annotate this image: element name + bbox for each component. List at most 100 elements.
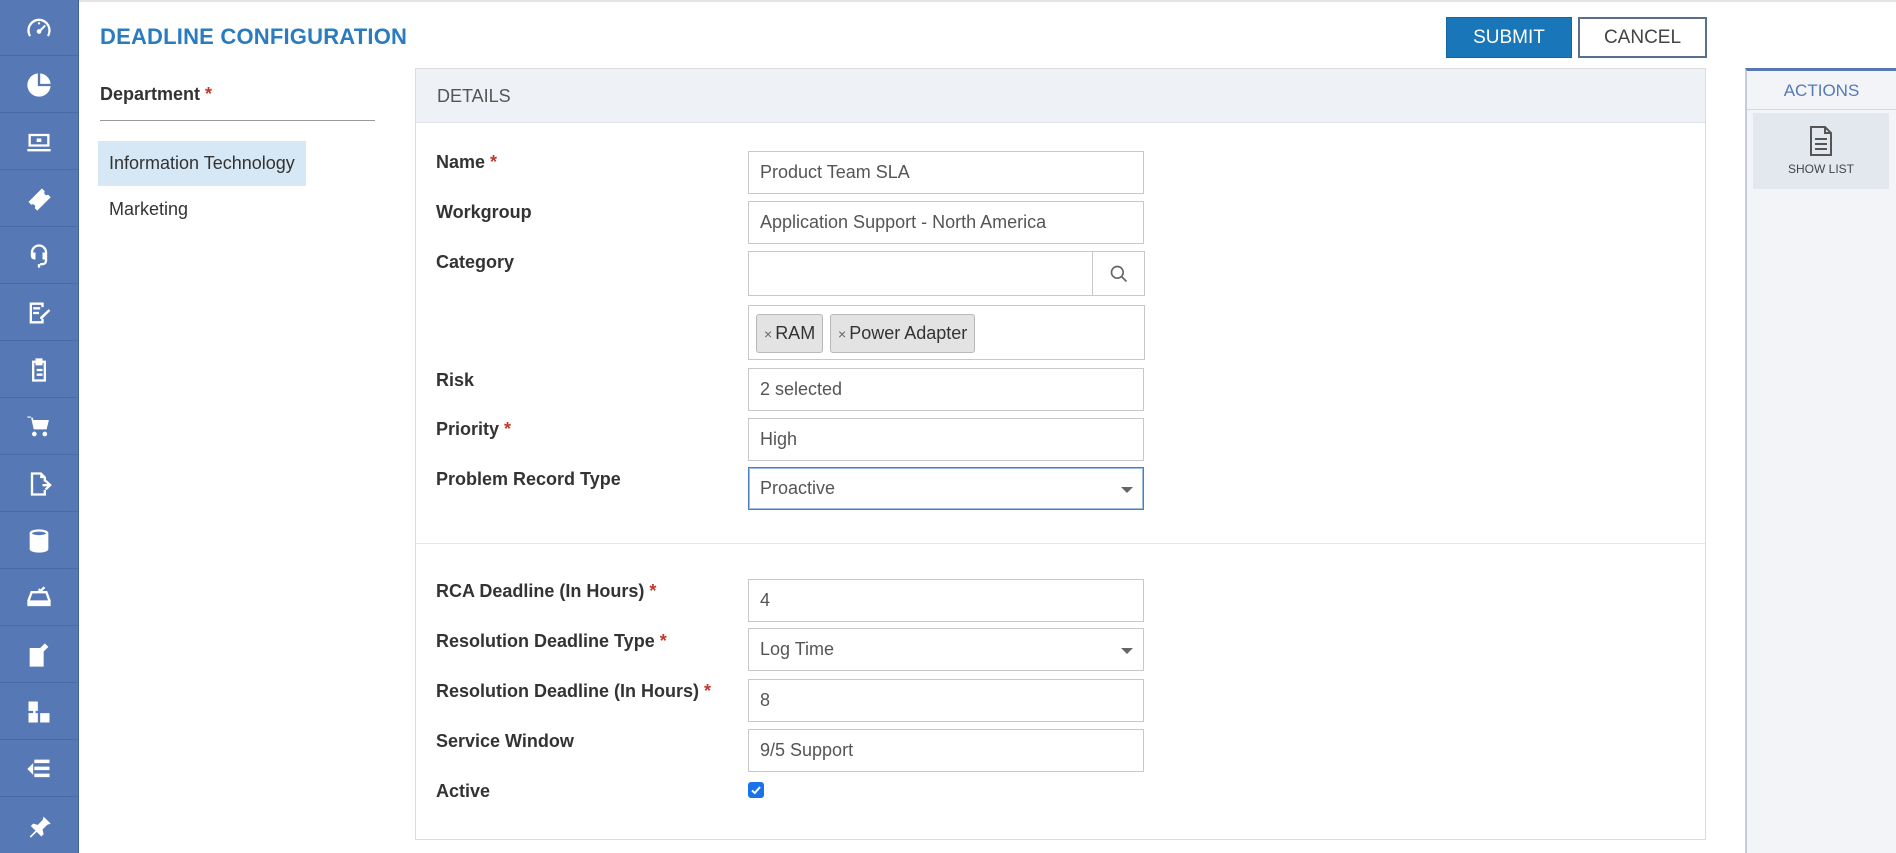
name-field[interactable]: Product Team SLA (748, 151, 1144, 194)
priority-label: Priority * (436, 419, 511, 440)
service-window-value: 9/5 Support (760, 740, 854, 760)
rail-tickets[interactable] (0, 171, 78, 227)
required-mark: * (205, 84, 213, 104)
side-icon-rail (0, 0, 79, 853)
inbox-tray-icon (27, 585, 51, 606)
resolution-deadline-field[interactable]: 8 (748, 679, 1144, 722)
document-list-icon (1810, 126, 1832, 156)
cart-icon (27, 416, 49, 436)
department-item-information-technology[interactable]: Information Technology (98, 141, 306, 186)
department-item-label: Information Technology (109, 153, 295, 173)
active-checkbox[interactable] (748, 782, 764, 798)
rail-monitor[interactable] (0, 114, 78, 170)
show-list-label: SHOW LIST (1787, 162, 1854, 176)
priority-field[interactable]: High (748, 418, 1144, 461)
category-tag-power-adapter: × Power Adapter (830, 314, 976, 353)
required-mark: * (659, 631, 667, 651)
service-window-label: Service Window (436, 731, 574, 751)
monitor-icon (27, 133, 51, 151)
tag-remove-icon[interactable]: × (838, 326, 846, 342)
details-title: DETAILS (437, 86, 511, 106)
actions-title: ACTIONS (1783, 81, 1860, 100)
workgroup-label: Workgroup (436, 202, 532, 222)
ticket-icon (28, 188, 51, 211)
rail-export[interactable] (0, 456, 78, 512)
resolution-deadline-label: Resolution Deadline (In Hours) * (436, 681, 711, 702)
tag-remove-icon[interactable]: × (764, 326, 772, 342)
clipboard-icon (32, 357, 46, 382)
submit-button[interactable]: SUBMIT (1446, 17, 1572, 58)
category-tag-ram: × RAM (756, 314, 824, 353)
resolution-deadline-type-select[interactable]: Log Time (748, 628, 1144, 671)
workgroup-field[interactable]: Application Support - North America (748, 201, 1144, 244)
rca-deadline-field[interactable]: 4 (748, 579, 1144, 622)
department-label-text: Department (100, 84, 201, 104)
risk-label: Risk (436, 370, 475, 390)
page-title: DEADLINE CONFIGURATION (100, 24, 408, 49)
document-export-icon (30, 471, 52, 496)
required-mark: * (704, 681, 712, 701)
rail-clipboard[interactable] (0, 342, 78, 398)
category-search-button[interactable] (1092, 251, 1145, 296)
rca-deadline-label-text: RCA Deadline (In Hours) (436, 581, 645, 601)
rca-deadline-value: 4 (760, 590, 771, 610)
notebook-icon (29, 642, 49, 667)
chevron-down-icon (1121, 648, 1133, 654)
department-item-marketing[interactable]: Marketing (98, 187, 199, 232)
name-label: Name * (436, 152, 497, 173)
database-icon (29, 528, 49, 553)
rail-cart[interactable] (0, 399, 78, 455)
rail-database[interactable] (0, 513, 78, 569)
dashboard-icon (27, 18, 51, 37)
problem-record-type-label: Problem Record Type (436, 469, 621, 489)
resolution-deadline-type-value: Log Time (760, 639, 835, 659)
priority-label-text: Priority (436, 419, 500, 439)
department-label: Department * (100, 84, 212, 105)
category-search-input[interactable] (748, 251, 1093, 296)
rca-deadline-label: RCA Deadline (In Hours) * (436, 581, 656, 602)
required-mark: * (649, 581, 657, 601)
rail-edit[interactable] (0, 285, 78, 341)
workgroup-value: Application Support - North America (760, 212, 1047, 232)
problem-record-type-value: Proactive (760, 478, 836, 498)
rail-dashboard[interactable] (0, 0, 78, 56)
name-label-text: Name (436, 152, 486, 172)
rail-list[interactable] (0, 741, 78, 797)
active-label: Active (436, 781, 491, 801)
details-section-divider (416, 543, 1705, 544)
show-list-button[interactable]: SHOW LIST (1753, 113, 1889, 189)
search-icon (1110, 265, 1127, 282)
cancel-button[interactable]: CANCEL (1578, 17, 1707, 58)
actions-divider (1747, 109, 1896, 110)
resolution-deadline-value: 8 (760, 690, 771, 710)
resolution-deadline-type-label-text: Resolution Deadline Type (436, 631, 655, 651)
details-header: DETAILS (416, 69, 1705, 123)
chevron-down-icon (1121, 487, 1133, 493)
department-item-label: Marketing (109, 199, 189, 219)
rail-pin[interactable] (0, 798, 78, 853)
tag-label: RAM (775, 323, 816, 343)
required-mark: * (504, 419, 512, 439)
risk-field[interactable]: 2 selected (748, 368, 1144, 411)
resolution-deadline-label-text: Resolution Deadline (In Hours) (436, 681, 700, 701)
rail-workflow[interactable] (0, 684, 78, 740)
edit-document-icon (29, 302, 51, 323)
support-agent-icon (30, 243, 48, 268)
list-stack-icon (27, 759, 50, 777)
department-divider (100, 120, 375, 121)
name-value: Product Team SLA (760, 162, 910, 182)
rail-inbox[interactable] (0, 570, 78, 626)
rail-notebook[interactable] (0, 627, 78, 683)
actions-panel: ACTIONS SHOW LIST (1745, 68, 1896, 853)
workflow-icon (28, 701, 50, 722)
top-border (0, 0, 1896, 4)
rail-support[interactable] (0, 228, 78, 284)
category-tags: × RAM × Power Adapter (748, 305, 1145, 360)
problem-record-type-select[interactable]: Proactive (748, 467, 1144, 510)
pie-chart-icon (27, 72, 51, 97)
service-window-field[interactable]: 9/5 Support (748, 729, 1144, 772)
checkmark-icon (751, 786, 761, 795)
tag-label: Power Adapter (849, 323, 968, 343)
rail-reports[interactable] (0, 57, 78, 113)
resolution-deadline-type-label: Resolution Deadline Type * (436, 631, 667, 652)
